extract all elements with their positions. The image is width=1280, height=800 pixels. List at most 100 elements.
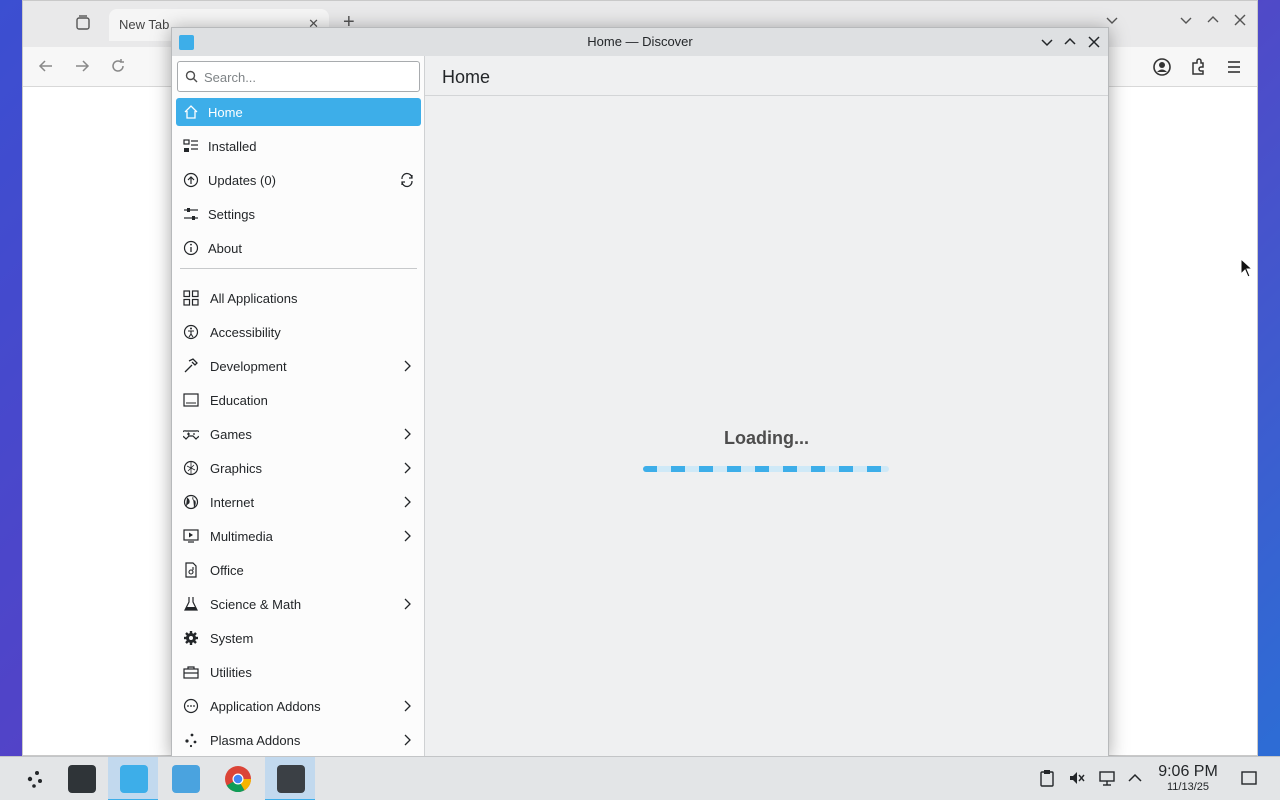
show-desktop-icon[interactable] <box>1240 769 1258 787</box>
sidebar-item-settings[interactable]: Settings <box>176 200 421 228</box>
installed-icon <box>183 139 198 152</box>
search-icon <box>185 70 198 83</box>
close-icon[interactable] <box>1085 33 1103 51</box>
sidebar-item-label: Internet <box>210 494 255 510</box>
sidebar-item-label: Installed <box>208 138 257 154</box>
reload-icon[interactable] <box>109 57 127 75</box>
gear-icon <box>184 631 198 645</box>
sidebar-item-science-math[interactable]: Science & Math <box>176 590 421 618</box>
chevron-right-icon <box>404 530 411 542</box>
chevron-right-icon <box>404 598 411 610</box>
sidebar-item-label: Development <box>210 358 287 374</box>
sidebar-item-updates-0[interactable]: Updates (0) <box>176 166 421 194</box>
clock-time: 9:06 PM <box>1158 763 1218 780</box>
sidebar-item-utilities[interactable]: Utilities <box>176 658 421 686</box>
menu-icon[interactable] <box>1224 57 1244 77</box>
sidebar-item-graphics[interactable]: Graphics <box>176 454 421 482</box>
terminal-icon <box>277 765 305 793</box>
sidebar-item-label: Plasma Addons <box>210 732 301 748</box>
chevron-right-icon <box>404 496 411 508</box>
settings-icon <box>184 208 198 220</box>
sidebar-item-multimedia[interactable]: Multimedia <box>176 522 421 550</box>
extensions-icon[interactable] <box>1188 57 1208 77</box>
clipboard-icon[interactable] <box>1038 769 1056 787</box>
about-icon <box>183 240 199 256</box>
sidebar-item-label: Application Addons <box>210 698 321 714</box>
discover-icon <box>120 765 148 793</box>
app-launcher-button[interactable] <box>8 757 58 800</box>
chevron-right-icon <box>404 462 411 474</box>
sidebar-item-about[interactable]: About <box>176 234 421 262</box>
sidebar-item-label: Settings <box>208 206 255 222</box>
volume-muted-icon[interactable] <box>1068 769 1086 787</box>
back-icon[interactable] <box>37 57 55 75</box>
clock-date: 11/13/25 <box>1166 781 1209 793</box>
sidebar-item-education[interactable]: Education <box>176 386 421 414</box>
folder-icon <box>172 765 200 793</box>
maximize-icon[interactable] <box>1206 13 1220 27</box>
browser-tab-title: New Tab <box>119 17 170 32</box>
close-icon[interactable] <box>1233 13 1247 27</box>
sidebar-item-label: Home <box>208 104 243 120</box>
network-icon[interactable] <box>1098 769 1116 787</box>
taskbar-chrome-app[interactable] <box>212 757 262 800</box>
sidebar-item-label: Education <box>210 392 268 408</box>
chevron-right-icon <box>404 700 411 712</box>
maximize-icon[interactable] <box>1061 33 1079 51</box>
sidebar-item-plasma-addons[interactable]: Plasma Addons <box>176 726 421 754</box>
chevron-up-icon[interactable] <box>1126 769 1144 787</box>
taskbar-settings-app[interactable] <box>56 757 106 800</box>
sidebar-item-label: Accessibility <box>210 324 281 340</box>
taskbar: 9:06 PM 11/13/25 <box>0 756 1280 800</box>
window-title: Home — Discover <box>587 34 693 49</box>
taskbar-terminal-app[interactable] <box>265 757 315 800</box>
sidebar-item-label: Multimedia <box>210 528 273 544</box>
sidebar-item-all-applications[interactable]: All Applications <box>176 284 421 312</box>
education-icon <box>183 393 199 407</box>
sidebar-item-internet[interactable]: Internet <box>176 488 421 516</box>
tab-list-icon[interactable] <box>1105 13 1119 27</box>
sidebar: Home Installed Updates (0) Settings About All… <box>172 56 425 756</box>
forward-icon[interactable] <box>73 57 91 75</box>
sidebar-item-office[interactable]: Office <box>176 556 421 584</box>
sidebar-item-accessibility[interactable]: Accessibility <box>176 318 421 346</box>
mouse-cursor-icon <box>1240 258 1254 278</box>
graphics-icon <box>183 460 199 476</box>
home-icon <box>184 105 198 119</box>
sidebar-item-home[interactable]: Home <box>176 98 421 126</box>
settings-app-icon <box>68 765 96 793</box>
minimize-icon[interactable] <box>1179 13 1193 27</box>
sidebar-item-system[interactable]: System <box>176 624 421 652</box>
plasma-icon <box>185 733 197 748</box>
chevron-right-icon <box>404 428 411 440</box>
profile-icon[interactable] <box>1152 57 1172 77</box>
sidebar-item-games[interactable]: Games <box>176 420 421 448</box>
sidebar-item-installed[interactable]: Installed <box>176 132 421 160</box>
search-field[interactable] <box>177 61 420 92</box>
chrome-icon <box>225 766 252 793</box>
sidebar-item-label: Office <box>210 562 244 578</box>
page-title: Home <box>425 56 1108 96</box>
office-icon <box>185 562 197 578</box>
hammer-icon <box>184 358 198 373</box>
sidebar-item-label: System <box>210 630 254 646</box>
taskbar-discover-app[interactable] <box>108 757 158 800</box>
taskbar-files-app[interactable] <box>160 757 210 800</box>
sidebar-item-development[interactable]: Development <box>176 352 421 380</box>
minimize-icon[interactable] <box>1038 33 1056 51</box>
sidebar-item-label: All Applications <box>210 290 298 306</box>
sidebar-item-application-addons[interactable]: Application Addons <box>176 692 421 720</box>
addons-icon <box>183 698 199 714</box>
window-titlebar[interactable]: Home — Discover <box>172 28 1108 56</box>
toolbox-icon <box>183 666 199 679</box>
main-content: Home Loading... <box>425 56 1108 756</box>
search-input[interactable] <box>204 67 409 87</box>
sidebar-item-label: Updates (0) <box>208 172 276 188</box>
clock[interactable]: 9:06 PM 11/13/25 <box>1152 763 1224 793</box>
refresh-icon[interactable] <box>399 172 415 188</box>
sidebar-divider <box>180 268 417 269</box>
tab-history-icon[interactable] <box>73 13 93 33</box>
discover-window: Home — Discover Home Installed Updates (0)… <box>171 27 1109 757</box>
chevron-right-icon <box>404 734 411 746</box>
globe-icon <box>183 494 199 510</box>
